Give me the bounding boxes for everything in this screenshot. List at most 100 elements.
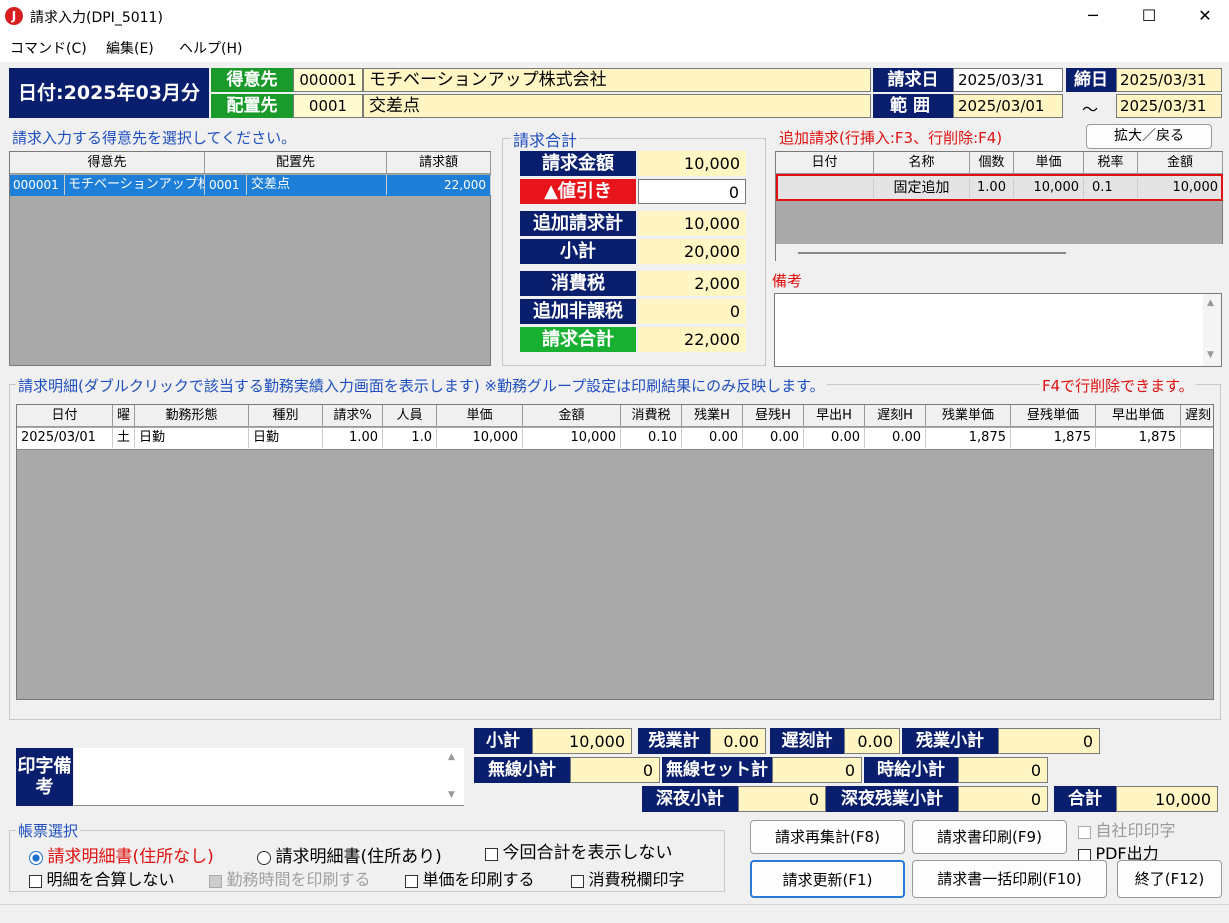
tax-label: 消費税 xyxy=(520,271,636,296)
remarks-scrollbar[interactable]: ▲ ▼ xyxy=(1203,294,1221,366)
total-subtotal-value: 10,000 xyxy=(532,728,632,754)
total-wireless-label: 無線小計 xyxy=(474,757,570,783)
table-row[interactable]: 固定追加 1.00 10,000 0.1 10,000 xyxy=(776,174,1223,201)
total-hourly-label: 時給小計 xyxy=(864,757,958,783)
row-amount: 22,000 xyxy=(387,175,491,195)
customer-list[interactable]: 得意先 配置先 請求額 000001 モチベーションアップ株 0001 交差点 … xyxy=(9,151,491,366)
detail-caption: 請求明細(ダブルクリックで該当する勤務実績入力画面を表示します) ※勤務グループ… xyxy=(16,375,827,396)
detail-scrollbar[interactable] xyxy=(17,699,1214,700)
add-col-price[interactable]: 単価 xyxy=(1014,152,1084,174)
radio-no-address[interactable]: 請求明細書(住所なし) xyxy=(29,842,214,867)
subtotal-label: 小計 xyxy=(520,239,636,264)
discount-input[interactable]: 0 xyxy=(638,179,746,204)
scroll-down-icon[interactable]: ▼ xyxy=(448,790,455,800)
additional-scrollbar[interactable] xyxy=(776,244,1223,261)
site-code[interactable]: 0001 xyxy=(293,94,363,118)
status-bar xyxy=(0,904,1229,923)
bill-total-label: 請求合計 xyxy=(520,327,636,352)
add-col-name[interactable]: 名称 xyxy=(874,152,970,174)
detail-col-unitprice[interactable]: 単価 xyxy=(437,405,523,427)
exit-button[interactable]: 終了(F12) xyxy=(1117,860,1222,898)
print-button[interactable]: 請求書印刷(F9) xyxy=(912,820,1067,854)
menu-edit[interactable]: 編集(E) xyxy=(106,38,154,58)
detail-cell-day: 土 xyxy=(113,428,135,448)
detail-col-early[interactable]: 早出H xyxy=(804,405,865,427)
add-row-price: 10,000 xyxy=(1014,178,1084,198)
window-title: 請求入力(DPI_5011) xyxy=(30,10,163,26)
add-col-qty[interactable]: 個数 xyxy=(970,152,1014,174)
customer-label: 得意先 xyxy=(211,68,293,92)
add-col-date[interactable]: 日付 xyxy=(776,152,874,174)
close-date-field: 2025/03/31 xyxy=(1116,68,1222,92)
detail-col-early-price[interactable]: 早出単価 xyxy=(1096,405,1181,427)
radio-no-address-label: 請求明細書(住所なし) xyxy=(47,847,214,867)
scroll-down-icon[interactable]: ▼ xyxy=(1207,350,1214,360)
detail-cell-rate: 1.00 xyxy=(323,428,383,448)
checkbox-company-stamp: 自社印印字 xyxy=(1078,817,1175,841)
table-row[interactable]: 000001 モチベーションアップ株 0001 交差点 22,000 xyxy=(10,175,491,196)
remarks-label: 備考 xyxy=(772,272,803,290)
remarks-textarea[interactable]: ▲ ▼ xyxy=(774,293,1222,367)
checkbox-hide-total[interactable]: 今回合計を表示しない xyxy=(485,838,672,863)
maximize-button[interactable]: ☐ xyxy=(1121,0,1177,32)
checkbox-hide-total-label: 今回合計を表示しない xyxy=(502,843,673,863)
add-row-name: 固定追加 xyxy=(874,178,970,198)
expand-button[interactable]: 拡大／戻る xyxy=(1086,124,1212,149)
detail-col-lunch-overtime[interactable]: 昼残H xyxy=(743,405,804,427)
scroll-up-icon[interactable]: ▲ xyxy=(1207,298,1214,308)
total-wireless-set-value: 0 xyxy=(772,757,862,783)
detail-cell-lunch-overtime: 0.00 xyxy=(743,428,804,448)
subtotal-value: 20,000 xyxy=(638,239,746,264)
detail-col-overtime[interactable]: 残業H xyxy=(682,405,743,427)
add-row-qty: 1.00 xyxy=(970,178,1014,198)
add-col-amount[interactable]: 金額 xyxy=(1138,152,1223,174)
additional-total-label: 追加請求計 xyxy=(520,211,636,236)
add-col-tax[interactable]: 税率 xyxy=(1084,152,1138,174)
detail-col-day[interactable]: 曜 xyxy=(113,405,135,427)
col-amount[interactable]: 請求額 xyxy=(387,152,491,174)
detail-col-tax[interactable]: 消費税 xyxy=(621,405,682,427)
scroll-up-icon[interactable]: ▲ xyxy=(448,752,455,762)
detail-grid[interactable]: 日付 曜 勤務形態 種別 請求% 人員 単価 金額 消費税 残業H 昼残H 早出… xyxy=(16,404,1214,700)
close-button[interactable]: ✕ xyxy=(1177,0,1229,32)
total-overtime-label: 残業計 xyxy=(638,728,710,754)
menu-help[interactable]: ヘルプ(H) xyxy=(179,38,242,58)
detail-cell-amount: 10,000 xyxy=(523,428,621,448)
minimize-button[interactable]: ─ xyxy=(1065,0,1121,32)
table-row[interactable]: 2025/03/01 土 日勤 日勤 1.00 1.0 10,000 10,00… xyxy=(17,428,1213,450)
total-late-label: 遅刻計 xyxy=(770,728,844,754)
add-row-tax: 0.1 xyxy=(1084,178,1138,198)
checkbox-tax-column[interactable]: 消費税欄印字 xyxy=(571,866,684,890)
col-customer[interactable]: 得意先 xyxy=(10,152,205,174)
recalc-button[interactable]: 請求再集計(F8) xyxy=(750,820,905,854)
detail-col-kind[interactable]: 種別 xyxy=(249,405,323,427)
detail-col-worktype[interactable]: 勤務形態 xyxy=(135,405,249,427)
grand-total-value: 10,000 xyxy=(1116,786,1218,812)
detail-col-late[interactable]: 遅刻H xyxy=(865,405,926,427)
col-site[interactable]: 配置先 xyxy=(205,152,387,174)
detail-cell-lunch-price: 1,875 xyxy=(1011,428,1096,448)
menu-command[interactable]: コマンド(C) xyxy=(10,38,87,58)
additional-grid[interactable]: 日付 名称 個数 単価 税率 金額 固定追加 1.00 10,000 0.1 1… xyxy=(775,151,1223,261)
detail-col-amount[interactable]: 金額 xyxy=(523,405,621,427)
detail-col-staff[interactable]: 人員 xyxy=(383,405,437,427)
checkbox-no-merge[interactable]: 明細を合算しない xyxy=(29,866,174,890)
non-taxable-value: 0 xyxy=(638,299,746,324)
detail-col-lunch-price[interactable]: 昼残単価 xyxy=(1011,405,1096,427)
detail-col-late-price[interactable]: 遅刻 xyxy=(1181,405,1213,427)
radio-with-address[interactable]: 請求明細書(住所あり) xyxy=(257,842,442,867)
detail-col-date[interactable]: 日付 xyxy=(17,405,113,427)
batch-print-button[interactable]: 請求書一括印刷(F10) xyxy=(912,860,1107,898)
customer-code[interactable]: 000001 xyxy=(293,68,363,92)
checkbox-company-stamp-label: 自社印印字 xyxy=(1095,821,1176,840)
total-night-value: 0 xyxy=(738,786,826,812)
summary-caption: 請求合計 xyxy=(511,127,580,151)
detail-cell-date: 2025/03/01 xyxy=(17,428,113,448)
print-remarks-textarea[interactable]: ▲ ▼ xyxy=(74,748,464,806)
bill-date-field[interactable]: 2025/03/31 xyxy=(953,68,1063,92)
detail-cell-late: 0.00 xyxy=(865,428,926,448)
checkbox-print-unitprice[interactable]: 単価を印刷する xyxy=(405,866,534,890)
update-button[interactable]: 請求更新(F1) xyxy=(750,860,905,898)
detail-col-rate[interactable]: 請求% xyxy=(323,405,383,427)
detail-col-ot-price[interactable]: 残業単価 xyxy=(926,405,1011,427)
